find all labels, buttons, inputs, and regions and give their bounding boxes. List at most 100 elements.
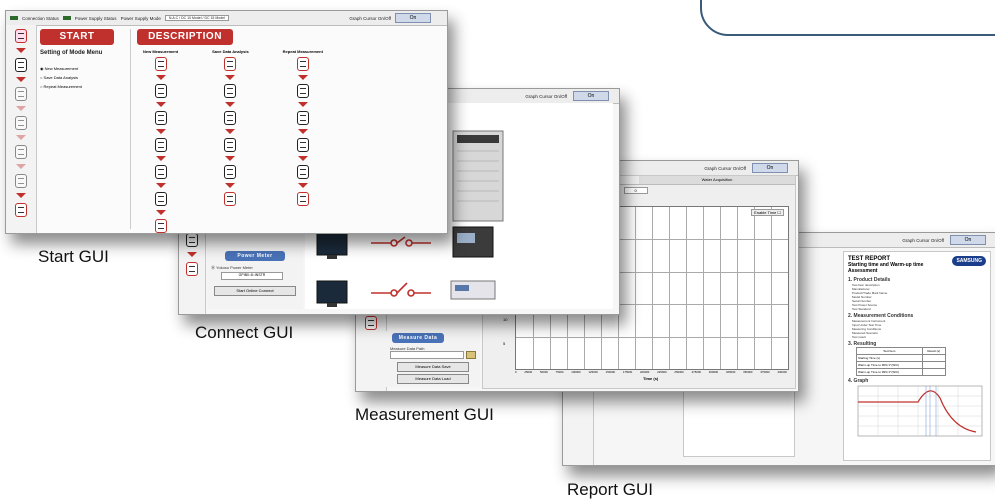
arrow-down-icon [297, 75, 308, 80]
folder-icon[interactable] [466, 351, 476, 359]
report-document: TEST REPORT Starting time and Warm-up ti… [843, 251, 991, 461]
analysis-icon[interactable] [15, 145, 27, 159]
flow-new-measurement: New Measurement [143, 49, 178, 233]
power-supply-icon [296, 57, 309, 71]
analysis-icon [154, 165, 167, 179]
power-meter-panel: Power Meter Ⓜ Yokosu Power Meter GPIB0::… [207, 249, 303, 309]
pencil-icon [224, 165, 237, 179]
pencil-icon[interactable] [15, 174, 27, 188]
connection-led-icon [10, 16, 18, 20]
measure-data-button[interactable]: Measure Data [392, 333, 444, 343]
graph-cursor-label: Graph Cursor On/Off [902, 237, 944, 243]
measure-icon [224, 111, 237, 125]
arrow-down-icon [16, 77, 26, 82]
connection-status-label: Connection Status [22, 15, 59, 21]
enable-time-toggle[interactable]: Enable Time ☐ [751, 209, 784, 216]
tab-water-acquisition[interactable]: Water Acquisition [639, 176, 795, 184]
connect-icon [224, 84, 237, 98]
result-row-label: Starting Time (s) [856, 354, 923, 362]
power-supply-mode-label: Power Supply Mode [120, 15, 161, 21]
product-item: Test Standard [852, 307, 871, 311]
stabilization-value[interactable]: 0 [623, 187, 648, 194]
caption-report-gui: Report GUI [567, 480, 653, 499]
description-button[interactable]: DESCRIPTION [137, 29, 233, 45]
arrow-down-icon [187, 252, 197, 257]
arrow-down-icon [225, 102, 236, 107]
caption-connect-gui: Connect GUI [195, 323, 294, 342]
measure-data-panel: Measure Data Measure Data Path Measure D… [386, 331, 480, 387]
caption-start-gui: Start GUI [38, 247, 109, 266]
flow-save-data-analysis: Save Data Analysis [212, 49, 249, 233]
analysis-icon [296, 138, 309, 152]
measure-path-input[interactable] [390, 351, 464, 359]
graph-cursor-button[interactable]: On [573, 91, 609, 101]
report-graph [857, 385, 983, 437]
power-supply-mode-field[interactable]: N.A.C / DC 10 Model / DC 15 Model [164, 15, 229, 21]
arrow-down-icon [155, 129, 166, 134]
arrow-down-icon [16, 106, 26, 111]
result-header: Result (s) [921, 347, 946, 355]
connect-sidebar [179, 229, 206, 314]
arrow-down-icon [16, 48, 26, 53]
report-icon [224, 192, 237, 206]
measure-load-button[interactable]: Measure Data Load [397, 374, 469, 384]
connect-icon [296, 84, 309, 98]
pencil-icon[interactable] [186, 233, 198, 247]
start-online-connect-button[interactable]: Start Online Connect [214, 286, 296, 296]
mode-menu-title: Setting of Mode Menu [40, 50, 103, 56]
analysis-icon [224, 138, 237, 152]
visa-label: Ⓜ Yokosu Power Meter [211, 265, 253, 270]
arrow-down-icon [225, 156, 236, 161]
report-icon [154, 219, 167, 233]
report-subtitle: Starting time and Warm-up time Assessmen… [848, 262, 924, 274]
arrow-down-icon [297, 129, 308, 134]
pencil-icon [154, 192, 167, 206]
arrow-down-icon [155, 183, 166, 188]
result-header: Test Item [856, 347, 923, 355]
connect-icon [154, 84, 167, 98]
graph-cursor-button[interactable]: On [752, 163, 788, 173]
mode-radio-save[interactable]: ○ Save Data Analysis [40, 73, 124, 82]
caption-measurement-gui: Measurement GUI [355, 405, 494, 424]
start-status-bar: Connection Status Power Supply Status Po… [6, 11, 447, 26]
graph-cursor-button[interactable]: On [395, 13, 431, 23]
measure-icon [296, 111, 309, 125]
arrow-down-icon [155, 102, 166, 107]
pencil-icon [296, 165, 309, 179]
start-gui-window: Connection Status Power Supply Status Po… [5, 10, 448, 234]
tools-icon[interactable] [15, 87, 27, 101]
measure-save-button[interactable]: Measure Data Save [397, 362, 469, 372]
mode-radio-new[interactable]: ◉ New Measurement [40, 64, 124, 73]
connect-icon[interactable] [15, 58, 27, 72]
graph-cursor-label: Graph Cursor On/Off [525, 93, 567, 99]
measure-icon[interactable] [15, 116, 27, 130]
arrow-down-icon [225, 183, 236, 188]
description-panel: DESCRIPTION New Measurement Save Data An… [130, 29, 445, 233]
mode-radio-repeat[interactable]: ○ Repeat Measurement [40, 82, 124, 91]
power-meter-button[interactable]: Power Meter [225, 251, 285, 261]
power-supply-led-icon [62, 16, 71, 20]
result-table: Test Item Result (s) Starting Time (s) W… [856, 347, 946, 376]
arrow-down-icon [155, 156, 166, 161]
arrow-down-icon [16, 135, 26, 140]
result-row-label: Warm-up Time to 99% P (W/C) [856, 368, 923, 376]
arrow-down-icon [155, 210, 166, 215]
start-button[interactable]: START [40, 29, 114, 45]
arrow-down-icon [297, 183, 308, 188]
report-icon[interactable] [365, 316, 377, 330]
arrow-down-icon [16, 193, 26, 198]
top-right-frame [700, 0, 995, 36]
report-icon[interactable] [15, 203, 27, 217]
visa-value-field[interactable]: GPIB0::8::INSTR [221, 272, 283, 280]
power-supply-icon [224, 57, 237, 71]
graph-cursor-button[interactable]: On [950, 235, 986, 245]
report-icon[interactable] [186, 262, 198, 276]
arrow-down-icon [16, 164, 26, 169]
measure-icon [154, 138, 167, 152]
result-row-label: Warm-up Time to 90% P (W/C) [856, 361, 923, 369]
power-supply-icon[interactable] [15, 29, 27, 43]
arrow-down-icon [155, 75, 166, 80]
arrow-down-icon [225, 129, 236, 134]
power-supply-status-label: Power Supply Status [74, 15, 117, 21]
x-axis-label: Time (s) [643, 376, 659, 381]
